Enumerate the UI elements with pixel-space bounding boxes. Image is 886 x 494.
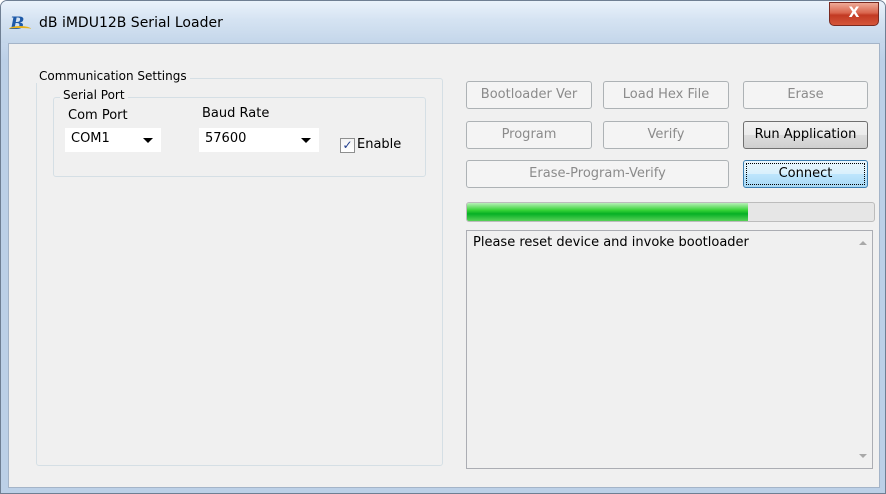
- com-port-select[interactable]: COM1: [65, 128, 161, 152]
- close-icon: X: [848, 5, 860, 21]
- scroll-down-icon[interactable]: [859, 454, 867, 458]
- close-button[interactable]: X: [829, 2, 879, 26]
- enable-checkbox[interactable]: ✓: [340, 138, 355, 153]
- client-area: Communication Settings Serial Port Com P…: [8, 43, 880, 488]
- communication-settings-label: Communication Settings: [36, 69, 190, 83]
- bootloader-ver-button[interactable]: Bootloader Ver: [466, 81, 592, 109]
- com-port-value: COM1: [71, 131, 110, 146]
- db-logo-icon: B: [9, 15, 31, 33]
- serial-port-group: Serial Port Com Port Baud Rate COM1 5760…: [53, 88, 426, 177]
- log-text: Please reset device and invoke bootloade…: [473, 235, 749, 250]
- serial-port-label: Serial Port: [60, 88, 128, 102]
- enable-label: Enable: [357, 137, 402, 152]
- title-bar[interactable]: B dB iMDU12B Serial Loader X: [1, 1, 885, 43]
- baud-rate-label: Baud Rate: [202, 106, 270, 121]
- chevron-down-icon: [143, 138, 153, 143]
- com-port-label: Com Port: [68, 108, 128, 123]
- chevron-down-icon: [301, 138, 311, 143]
- progress-bar-fill: [467, 203, 748, 221]
- load-hex-file-button[interactable]: Load Hex File: [603, 81, 729, 109]
- verify-button[interactable]: Verify: [603, 121, 729, 149]
- checkmark-icon: ✓: [342, 138, 353, 152]
- program-button[interactable]: Program: [466, 121, 592, 149]
- baud-rate-select[interactable]: 57600: [199, 128, 319, 152]
- log-output[interactable]: Please reset device and invoke bootloade…: [466, 230, 873, 469]
- scroll-up-icon[interactable]: [859, 241, 867, 245]
- erase-program-verify-button[interactable]: Erase-Program-Verify: [466, 160, 729, 188]
- erase-button[interactable]: Erase: [743, 81, 868, 109]
- progress-bar: [466, 202, 875, 222]
- app-window: B dB iMDU12B Serial Loader X Communicati…: [0, 0, 886, 494]
- baud-rate-value: 57600: [205, 131, 247, 146]
- vertical-scrollbar[interactable]: [855, 231, 872, 468]
- window-title: dB iMDU12B Serial Loader: [39, 15, 223, 31]
- connect-button[interactable]: Connect: [743, 160, 868, 188]
- run-application-button[interactable]: Run Application: [743, 121, 868, 149]
- communication-settings-group: Communication Settings Serial Port Com P…: [36, 69, 443, 466]
